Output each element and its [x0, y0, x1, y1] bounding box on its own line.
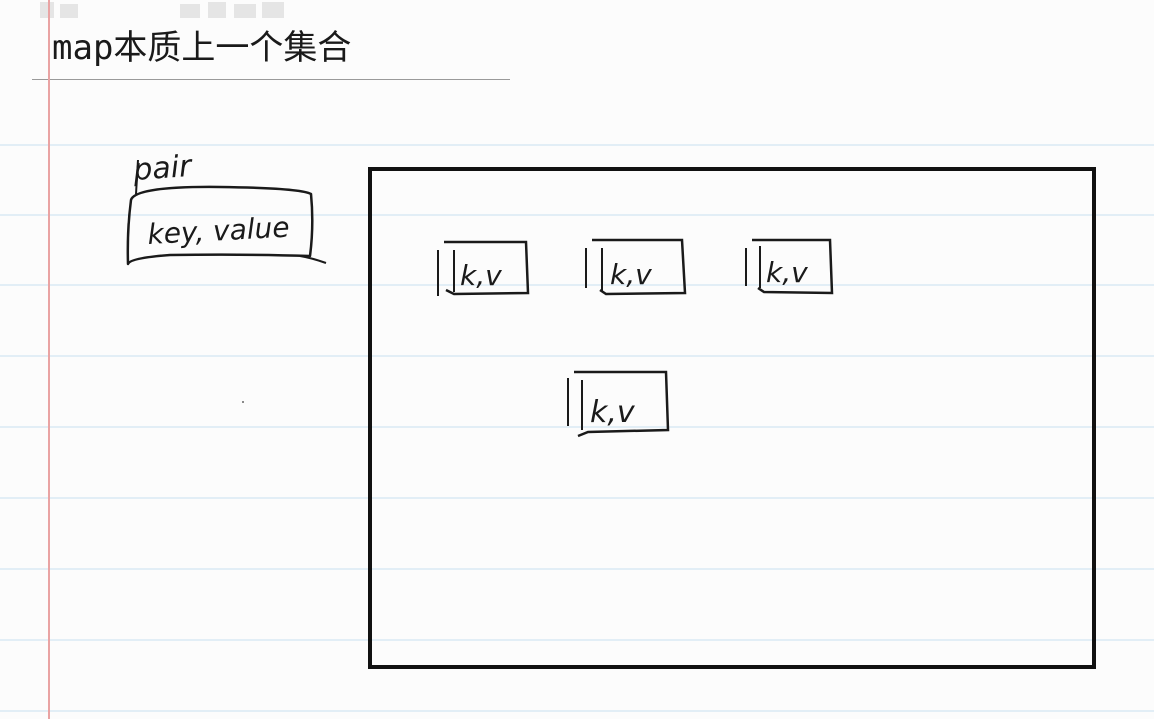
- kv-entry-1-text: k,v: [460, 259, 502, 292]
- pair-content: key, value: [147, 211, 291, 251]
- map-container: [368, 167, 1096, 669]
- kv-entry-1: k,v: [437, 240, 530, 296]
- kv-entry-4: k,v: [567, 370, 670, 438]
- kv-entry-2: k,v: [585, 238, 687, 296]
- pair-label: pair: [131, 149, 194, 188]
- kv-entry-3-text: k,v: [766, 256, 808, 289]
- handwritten-diagram: pair key, value k,v k,v k,v k,v: [126, 149, 1096, 669]
- notebook-page: map本质上一个集合 pair key, value k,v k,v k,v k…: [0, 0, 1154, 719]
- kv-entry-2-text: k,v: [610, 258, 652, 291]
- pair-box-tail: [299, 255, 327, 264]
- kv-entry-3: k,v: [745, 238, 834, 295]
- stray-dot: [242, 401, 244, 403]
- kv-entry-4-text: k,v: [590, 395, 636, 430]
